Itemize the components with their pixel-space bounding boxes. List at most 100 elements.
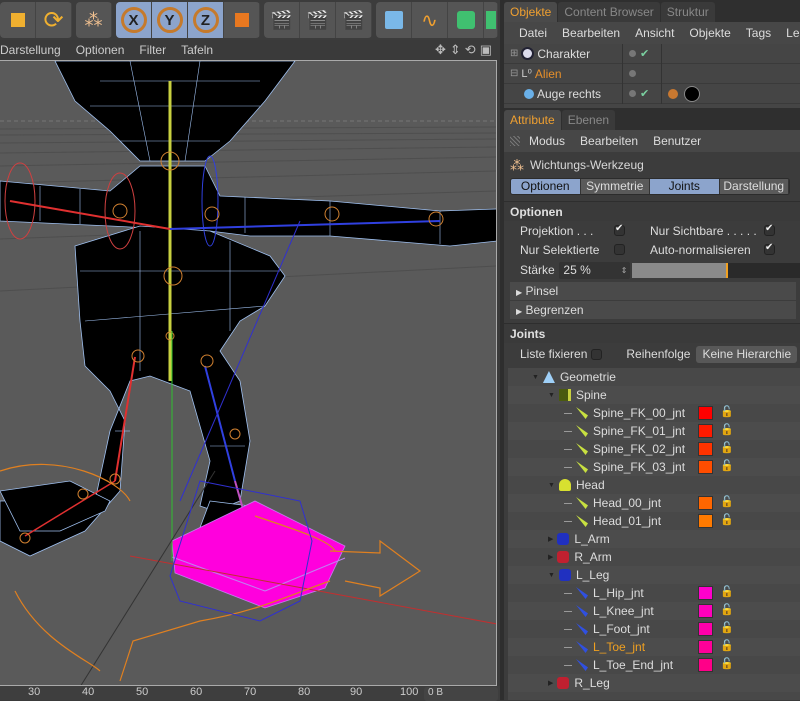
unlock-icon[interactable]: 🔓 bbox=[720, 441, 734, 454]
menu-bearbeiten[interactable]: Bearbeiten bbox=[562, 26, 620, 40]
rotate-view-icon[interactable]: ⟲ bbox=[465, 42, 476, 58]
reihenfolge-dropdown[interactable]: Keine Hierarchie bbox=[696, 345, 798, 363]
expand-arrow-icon[interactable]: ▶ bbox=[548, 535, 553, 543]
unlock-icon[interactable]: 🔓 bbox=[720, 405, 734, 418]
unlock-icon[interactable]: 🔓 bbox=[720, 495, 734, 508]
menu-modus[interactable]: Modus bbox=[529, 134, 565, 148]
staerke-slider[interactable] bbox=[632, 262, 800, 278]
collapse-arrow-icon[interactable]: ▼ bbox=[548, 482, 555, 489]
expand-arrow-icon[interactable]: ▶ bbox=[548, 679, 553, 687]
nur-sichtbare-checkbox[interactable] bbox=[764, 223, 775, 236]
array-button[interactable] bbox=[484, 2, 498, 38]
collapse-arrow-icon[interactable]: ▼ bbox=[548, 392, 555, 399]
joint-tree-row[interactable]: ▶ R_Arm bbox=[508, 548, 800, 566]
joint-tree-row[interactable]: Spine_FK_01_jnt 🔓 bbox=[508, 422, 800, 440]
joint-color-swatch[interactable] bbox=[698, 496, 713, 510]
joint-tree-row[interactable]: Head_01_jnt 🔓 bbox=[508, 512, 800, 530]
menu-filter[interactable]: Filter bbox=[139, 43, 166, 57]
timeline-ruler[interactable]: 30 40 50 60 70 80 90 100 0 B bbox=[0, 686, 500, 701]
joint-tree-row[interactable]: Spine_FK_03_jnt 🔓 bbox=[508, 458, 800, 476]
liste-fixieren-checkbox[interactable] bbox=[591, 348, 603, 360]
visibility-dot[interactable] bbox=[629, 50, 636, 57]
nur-selektierte-checkbox[interactable] bbox=[614, 244, 625, 255]
grip-icon[interactable] bbox=[510, 136, 520, 146]
visibility-dot[interactable] bbox=[629, 90, 636, 97]
joint-color-swatch[interactable] bbox=[698, 586, 713, 600]
joint-tree-row[interactable]: ▼ Spine bbox=[508, 386, 800, 404]
menu-darstellung[interactable]: Darstellung bbox=[0, 43, 61, 57]
axis-y-toggle[interactable]: Y bbox=[152, 2, 188, 38]
render-picture-viewer-button[interactable]: 🎬 bbox=[300, 2, 336, 38]
joint-tree-row[interactable]: L_Hip_jnt 🔓 bbox=[508, 584, 800, 602]
coordinate-system-button[interactable] bbox=[224, 2, 260, 38]
unlock-icon[interactable]: 🔓 bbox=[720, 657, 734, 670]
joint-tree-row[interactable]: ▶ R_Leg bbox=[508, 674, 800, 692]
tab-content-browser[interactable]: Content Browser bbox=[558, 2, 660, 22]
joint-tree-row[interactable]: ▼ Head bbox=[508, 476, 800, 494]
joint-color-swatch[interactable] bbox=[698, 406, 713, 420]
tab-joints[interactable]: Joints bbox=[650, 179, 720, 194]
joint-tree-row[interactable]: L_Toe_End_jnt 🔓 bbox=[508, 656, 800, 674]
stepper-icon[interactable]: ⇕ bbox=[621, 262, 628, 279]
unlock-icon[interactable]: 🔓 bbox=[720, 621, 734, 634]
cube-button[interactable] bbox=[376, 2, 412, 38]
joint-tree-row[interactable]: L_Foot_jnt 🔓 bbox=[508, 620, 800, 638]
render-settings-button[interactable]: 🎬 bbox=[336, 2, 372, 38]
joint-color-swatch[interactable] bbox=[698, 424, 713, 438]
object-row[interactable]: ⊞ Charakter ✔ bbox=[504, 43, 800, 64]
enabled-check-icon[interactable]: ✔ bbox=[640, 87, 649, 100]
joint-tree-row[interactable]: Head_00_jnt 🔓 bbox=[508, 494, 800, 512]
menu-ansicht[interactable]: Ansicht bbox=[635, 26, 674, 40]
joint-tree-row[interactable]: ▶ L_Arm bbox=[508, 530, 800, 548]
joint-color-swatch[interactable] bbox=[698, 514, 713, 528]
object-row[interactable]: ⊟ L⁰ Alien bbox=[504, 63, 800, 84]
eye-texture-tag-icon[interactable] bbox=[684, 85, 700, 102]
unlock-icon[interactable]: 🔓 bbox=[720, 423, 734, 436]
spline-button[interactable]: ∿ bbox=[412, 2, 448, 38]
joint-tree-row[interactable]: L_Toe_jnt 🔓 bbox=[508, 638, 800, 656]
joint-color-swatch[interactable] bbox=[698, 658, 713, 672]
unlock-icon[interactable]: 🔓 bbox=[720, 459, 734, 472]
unlock-icon[interactable]: 🔓 bbox=[720, 585, 734, 598]
menu-bearbeiten[interactable]: Bearbeiten bbox=[580, 134, 638, 148]
unlock-icon[interactable]: 🔓 bbox=[720, 603, 734, 616]
tab-optionen[interactable]: Optionen bbox=[511, 179, 581, 194]
zoom-view-icon[interactable]: ⇕ bbox=[450, 42, 461, 58]
toggle-layout-icon[interactable]: ▣ bbox=[480, 42, 492, 58]
material-tag-icon[interactable] bbox=[668, 88, 678, 99]
expand-plus-icon[interactable]: ⊞ bbox=[510, 48, 518, 59]
joint-tree[interactable]: ▼ Geometrie ▼ Spine Spine_FK_00_jnt 🔓 Spine_FK… bbox=[508, 368, 800, 700]
menu-optionen[interactable]: Optionen bbox=[76, 43, 125, 57]
axis-z-toggle[interactable]: Z bbox=[188, 2, 224, 38]
joint-color-swatch[interactable] bbox=[698, 604, 713, 618]
menu-datei[interactable]: Datei bbox=[519, 26, 547, 40]
tab-attribute[interactable]: Attribute bbox=[504, 110, 561, 130]
tab-symmetrie[interactable]: Symmetrie bbox=[580, 179, 650, 194]
staerke-input[interactable]: 25 % ⇕ bbox=[559, 261, 631, 279]
joint-color-swatch[interactable] bbox=[698, 442, 713, 456]
auto-normalisieren-checkbox[interactable] bbox=[764, 242, 775, 255]
visibility-dot[interactable] bbox=[629, 70, 636, 77]
render-view-button[interactable]: 🎬 bbox=[264, 2, 300, 38]
collapse-arrow-icon[interactable]: ▼ bbox=[532, 374, 539, 381]
axis-x-toggle[interactable]: X bbox=[116, 2, 152, 38]
3d-viewport[interactable] bbox=[0, 60, 497, 686]
projektion-checkbox[interactable] bbox=[614, 223, 625, 236]
live-selection-button[interactable] bbox=[0, 2, 36, 38]
joint-tree-row[interactable]: Spine_FK_00_jnt 🔓 bbox=[508, 404, 800, 422]
joint-color-swatch[interactable] bbox=[698, 640, 713, 654]
tab-struktur[interactable]: Struktur bbox=[660, 2, 715, 22]
tab-darstellung[interactable]: Darstellung bbox=[719, 179, 789, 194]
object-row[interactable]: Auge rechts ✔ bbox=[504, 83, 800, 104]
reset-button[interactable]: ⟳ bbox=[36, 2, 72, 38]
joint-color-swatch[interactable] bbox=[698, 622, 713, 636]
menu-le[interactable]: Le bbox=[786, 26, 799, 40]
menu-benutzer[interactable]: Benutzer bbox=[653, 134, 701, 148]
menu-tags[interactable]: Tags bbox=[746, 26, 771, 40]
collapse-minus-icon[interactable]: ⊟ bbox=[510, 68, 518, 79]
menu-tafeln[interactable]: Tafeln bbox=[181, 43, 213, 57]
joint-tree-row[interactable]: ▼ Geometrie bbox=[508, 368, 800, 386]
weight-tool-button[interactable]: ⁂ bbox=[76, 2, 112, 38]
joint-color-swatch[interactable] bbox=[698, 460, 713, 474]
unlock-icon[interactable]: 🔓 bbox=[720, 639, 734, 652]
